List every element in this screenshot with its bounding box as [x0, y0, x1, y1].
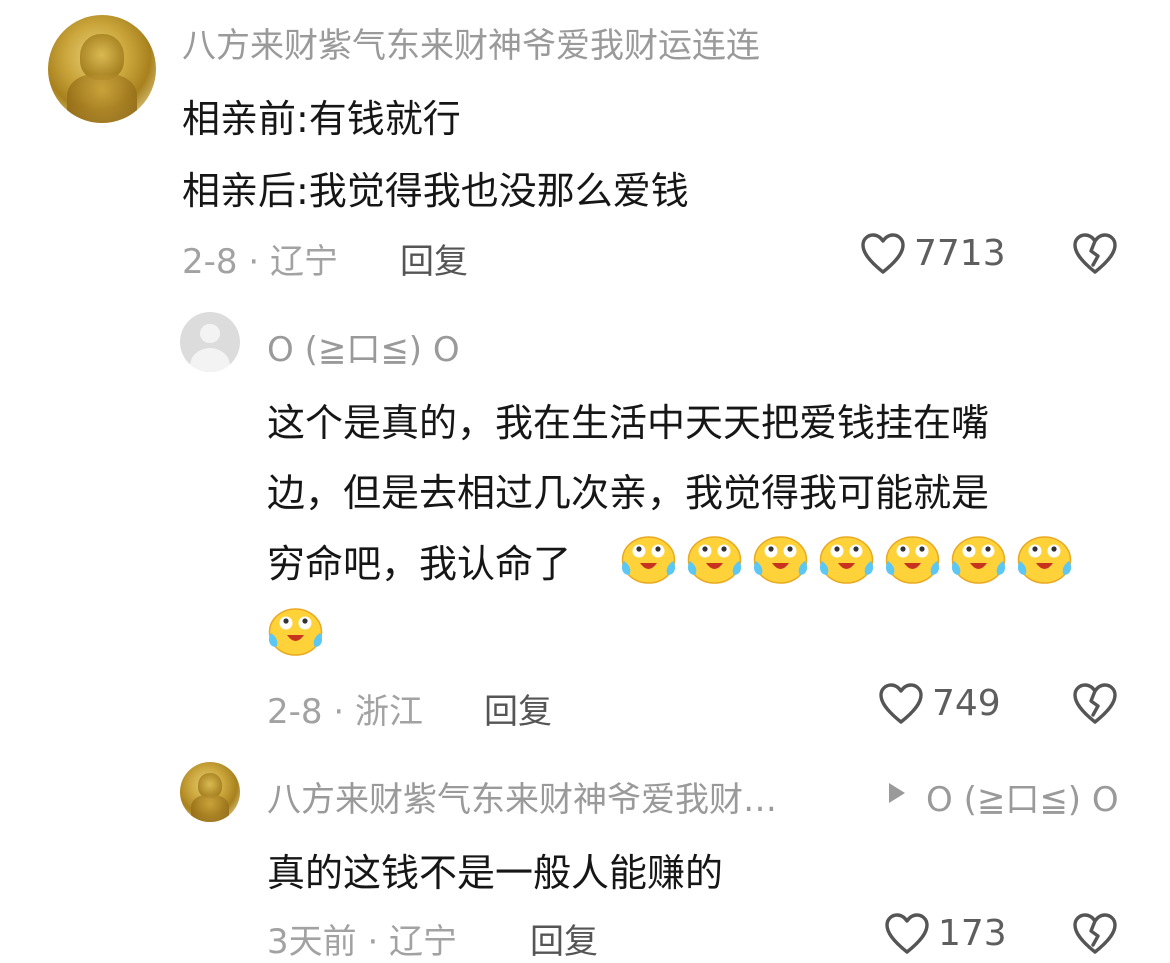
broken-heart-icon[interactable]: [1072, 912, 1118, 956]
broken-heart-icon[interactable]: [1072, 682, 1118, 726]
crying-laughing-face-emoji: [620, 531, 677, 585]
comment-1-reply-button[interactable]: 回复: [400, 234, 468, 283]
broken-heart-icon[interactable]: [1072, 232, 1118, 276]
comment-2-reply-button[interactable]: 回复: [484, 684, 552, 733]
crying-laughing-face-emoji: [818, 531, 875, 585]
heart-outline-icon[interactable]: [860, 232, 906, 276]
comment-2-line-3: 穷命吧，我认命了: [267, 542, 572, 586]
comment-2-line-1: 这个是真的，我在生活中天天把爱钱挂在嘴: [267, 401, 990, 445]
heart-outline-icon[interactable]: [878, 682, 924, 726]
comment-3-reply-to[interactable]: O (≧口≦) O: [926, 772, 1119, 821]
comment-3-meta: 3天前 · 辽宁: [267, 922, 458, 962]
crying-laughing-face-emoji: [950, 531, 1007, 585]
crying-laughing-face-emoji: [267, 603, 324, 657]
comment-3-reply-button[interactable]: 回复: [530, 914, 598, 963]
avatar-comment-3[interactable]: [180, 762, 240, 822]
comment-1-meta: 2-8 · 辽宁: [182, 242, 338, 282]
comment-1-line-1: 相亲前:有钱就行: [182, 97, 461, 141]
comment-3-like-count: 173: [938, 913, 1007, 954]
comment-1-like-count: 7713: [914, 233, 1006, 274]
crying-laughing-face-emoji: [752, 531, 809, 585]
comment-1-line-2: 相亲后:我觉得我也没那么爱钱: [182, 169, 689, 213]
crying-laughing-face-emoji: [1016, 531, 1073, 585]
comment-2-author[interactable]: O (≧口≦) O: [267, 322, 460, 371]
comment-2-like-count: 749: [932, 683, 1001, 724]
avatar-face: [80, 34, 124, 80]
avatar-comment-2[interactable]: [180, 312, 240, 372]
avatar-comment-1[interactable]: [48, 15, 156, 123]
comment-1-author[interactable]: 八方来财紫气东来财神爷爱我财运连连: [182, 18, 760, 67]
avatar-body: [67, 74, 137, 123]
avatar-body: [190, 795, 230, 822]
play-triangle-icon: [886, 781, 908, 805]
emoji-row-2: [267, 603, 324, 657]
comment-2-meta: 2-8 · 浙江: [267, 692, 423, 732]
heart-outline-icon[interactable]: [884, 912, 930, 956]
crying-laughing-face-emoji: [686, 531, 743, 585]
comment-2-line-2: 边，但是去相过几次亲，我觉得我可能就是: [267, 471, 990, 515]
avatar-shoulders: [189, 348, 231, 372]
comment-3-line-1: 真的这钱不是一般人能赚的: [267, 851, 724, 895]
comment-3-author[interactable]: 八方来财紫气东来财神爷爱我财…: [267, 772, 777, 821]
avatar-head: [200, 324, 220, 344]
emoji-row-1: [620, 531, 1073, 585]
crying-laughing-face-emoji: [884, 531, 941, 585]
